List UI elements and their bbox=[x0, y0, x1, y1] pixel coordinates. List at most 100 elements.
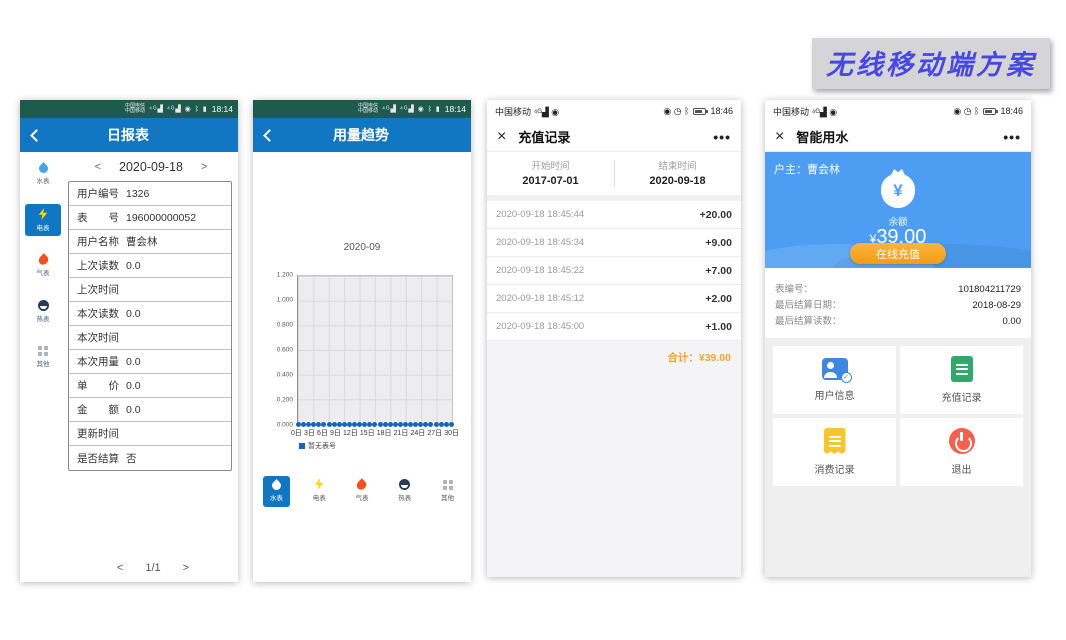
sidebar-item-other[interactable]: 其他 bbox=[25, 342, 61, 372]
phone-usage-trend: 中国电信 中国移动 ⁴ᴳ▟ ⁴ᴳ▟ ◉ ᛒ ▮ 18:14 用量趋势 2020-… bbox=[253, 100, 471, 582]
current-date[interactable]: 2020-09-18 bbox=[119, 160, 183, 174]
grid-item-logout[interactable]: 退出 bbox=[900, 418, 1023, 486]
sidebar-item-electric[interactable]: 电表 bbox=[25, 204, 61, 236]
record-amount: +1.00 bbox=[705, 321, 732, 333]
table-row: 上次时间 bbox=[69, 278, 231, 302]
close-icon[interactable]: × bbox=[775, 129, 784, 145]
info-value: 2018-08-29 bbox=[972, 298, 1021, 314]
grid-item-recharge-record[interactable]: 充值记录 bbox=[900, 346, 1023, 414]
next-page-arrow[interactable]: > bbox=[183, 562, 189, 574]
prev-date-arrow[interactable]: < bbox=[95, 161, 101, 173]
sidebar-item-heat[interactable]: 热表 bbox=[25, 296, 61, 327]
meter-info-card: 表编号：101804211729 最后结算日期： 2018-08-29 最后结算读… bbox=[765, 268, 1031, 338]
row-label: 本次用量 bbox=[77, 354, 119, 369]
status-icons: ⁴ᴳ▟ ⁴ᴳ▟ ◉ ᛒ ▮ bbox=[149, 105, 208, 113]
prev-page-arrow[interactable]: < bbox=[117, 562, 123, 574]
lightning-icon bbox=[314, 478, 324, 490]
status-time: 18:14 bbox=[445, 104, 466, 114]
sidebar-item-label: 气表 bbox=[37, 267, 50, 277]
table-row: 本次时间 bbox=[69, 326, 231, 350]
start-date-filter[interactable]: 开始时间 2017-07-01 bbox=[487, 158, 614, 187]
status-bar: 中国电信 中国移动 ⁴ᴳ▟ ⁴ᴳ▟ ◉ ᛒ ▮ 18:14 bbox=[20, 100, 238, 118]
record-row[interactable]: 2020-09-18 18:45:44+20.00 bbox=[487, 201, 741, 229]
battery-icon bbox=[693, 108, 706, 115]
record-time: 2020-09-18 18:45:44 bbox=[496, 209, 584, 220]
header-title: 充值记录 bbox=[518, 127, 713, 146]
next-date-arrow[interactable]: > bbox=[201, 161, 207, 173]
sidebar-item-water[interactable]: 水表 bbox=[25, 160, 61, 189]
app-header: × 智能用水 ••• bbox=[765, 122, 1031, 152]
info-label: 最后结算日期： bbox=[775, 298, 842, 314]
row-label: 单 价 bbox=[77, 378, 119, 393]
carrier-and-signal: 中国移动 ⁴ᴳ▟ ◉ bbox=[773, 105, 837, 118]
table-row: 更新时间 bbox=[69, 422, 231, 446]
tab-gas[interactable]: 气表 bbox=[349, 475, 376, 507]
app-header: 用量趋势 bbox=[253, 118, 471, 152]
grid-icon bbox=[443, 480, 453, 490]
filter-divider bbox=[614, 160, 615, 187]
grid-item-label: 退出 bbox=[952, 461, 972, 476]
tab-label: 水表 bbox=[270, 492, 283, 502]
power-logout-icon bbox=[949, 428, 975, 454]
header-title: 智能用水 bbox=[796, 127, 1003, 146]
record-time: 2020-09-18 18:45:00 bbox=[496, 321, 584, 332]
battery-icon bbox=[983, 108, 996, 115]
row-label: 上次时间 bbox=[77, 282, 119, 297]
info-row: 最后结算读数：0.00 bbox=[775, 314, 1021, 330]
record-row[interactable]: 2020-09-18 18:45:34+9.00 bbox=[487, 229, 741, 257]
info-value: 101804211729 bbox=[958, 282, 1021, 298]
grid-item-user-info[interactable]: ✓ 用户信息 bbox=[773, 346, 896, 414]
more-icon[interactable]: ••• bbox=[1003, 129, 1021, 145]
tab-other[interactable]: 其他 bbox=[434, 475, 461, 507]
status-bar: 中国移动 ⁴ᴳ▟ ◉ ◉ ◷ ᛒ 18:46 bbox=[487, 100, 741, 122]
record-row[interactable]: 2020-09-18 18:45:00 +1.00 bbox=[487, 313, 741, 341]
row-label: 用户名称 bbox=[77, 234, 119, 249]
online-recharge-button[interactable]: 在线充值 bbox=[850, 243, 946, 264]
close-icon[interactable]: × bbox=[497, 129, 506, 145]
grid-item-label: 消费记录 bbox=[815, 461, 855, 476]
meter-type-tabbar: 水表 电表 气表 热表 其他 bbox=[263, 473, 461, 507]
page-title: 无线移动端方案 bbox=[812, 38, 1050, 89]
record-row[interactable]: 2020-09-18 18:45:12+2.00 bbox=[487, 285, 741, 313]
end-date-filter[interactable]: 结束时间 2020-09-18 bbox=[614, 158, 741, 187]
more-icon[interactable]: ••• bbox=[713, 129, 731, 145]
status-bar: 中国移动 ⁴ᴳ▟ ◉ ◉ ◷ ᛒ 18:46 bbox=[765, 100, 1031, 122]
money-bag-icon: ¥ bbox=[881, 174, 915, 208]
legend-label: 暂无表号 bbox=[308, 441, 336, 451]
tab-heat[interactable]: 热表 bbox=[391, 474, 418, 507]
chart-legend: 暂无表号 bbox=[299, 441, 461, 451]
status-icons: ⁴ᴳ▟ ⁴ᴳ▟ ◉ ᛒ ▮ bbox=[382, 105, 441, 113]
sidebar-item-label: 水表 bbox=[37, 175, 50, 185]
phone-recharge-records: 中国移动 ⁴ᴳ▟ ◉ ◉ ◷ ᛒ 18:46 × 充值记录 ••• 开始时间 2… bbox=[487, 100, 741, 577]
heat-meter-icon bbox=[38, 300, 49, 311]
row-value: 0.0 bbox=[126, 260, 141, 272]
usage-chart: 2020-09 1.2001.0000.8000.6000.4000.2000.… bbox=[253, 242, 471, 507]
sidebar-item-label: 其他 bbox=[37, 358, 50, 368]
row-label: 是否结算 bbox=[77, 451, 119, 466]
status-icons: ◉ ◷ ᛒ bbox=[953, 106, 979, 117]
grid-item-consume-record[interactable]: 消费记录 bbox=[773, 418, 896, 486]
table-row: 用户名称曹会林 bbox=[69, 230, 231, 254]
record-row[interactable]: 2020-09-18 18:45:22 +7.00 bbox=[487, 257, 741, 285]
tab-electric[interactable]: 电表 bbox=[306, 473, 333, 507]
function-grid: ✓ 用户信息 充值记录 消费记录 退出 bbox=[765, 346, 1031, 486]
sidebar-item-label: 电表 bbox=[37, 222, 50, 232]
record-time: 2020-09-18 18:45:22 bbox=[496, 265, 584, 276]
info-row: 表编号：101804211729 bbox=[775, 282, 1021, 298]
row-label: 上次读数 bbox=[77, 258, 119, 273]
record-amount: +7.00 bbox=[705, 265, 732, 277]
status-time: 18:46 bbox=[710, 106, 733, 116]
table-row: 本次读数0.0 bbox=[69, 302, 231, 326]
consume-record-icon bbox=[824, 428, 846, 454]
phone-smart-water: 中国移动 ⁴ᴳ▟ ◉ ◉ ◷ ᛒ 18:46 × 智能用水 ••• 户主：曹会林… bbox=[765, 100, 1031, 577]
carrier-2: 中国移动 bbox=[125, 109, 145, 114]
heat-meter-icon bbox=[399, 479, 410, 490]
info-label: 最后结算读数： bbox=[775, 314, 842, 330]
row-value: 0.0 bbox=[126, 380, 141, 392]
tab-label: 气表 bbox=[355, 492, 368, 502]
tab-label: 电表 bbox=[313, 492, 326, 502]
tab-label: 热表 bbox=[398, 492, 411, 502]
sidebar-item-gas[interactable]: 气表 bbox=[25, 251, 61, 281]
row-label: 本次时间 bbox=[77, 330, 119, 345]
tab-water[interactable]: 水表 bbox=[263, 476, 290, 507]
